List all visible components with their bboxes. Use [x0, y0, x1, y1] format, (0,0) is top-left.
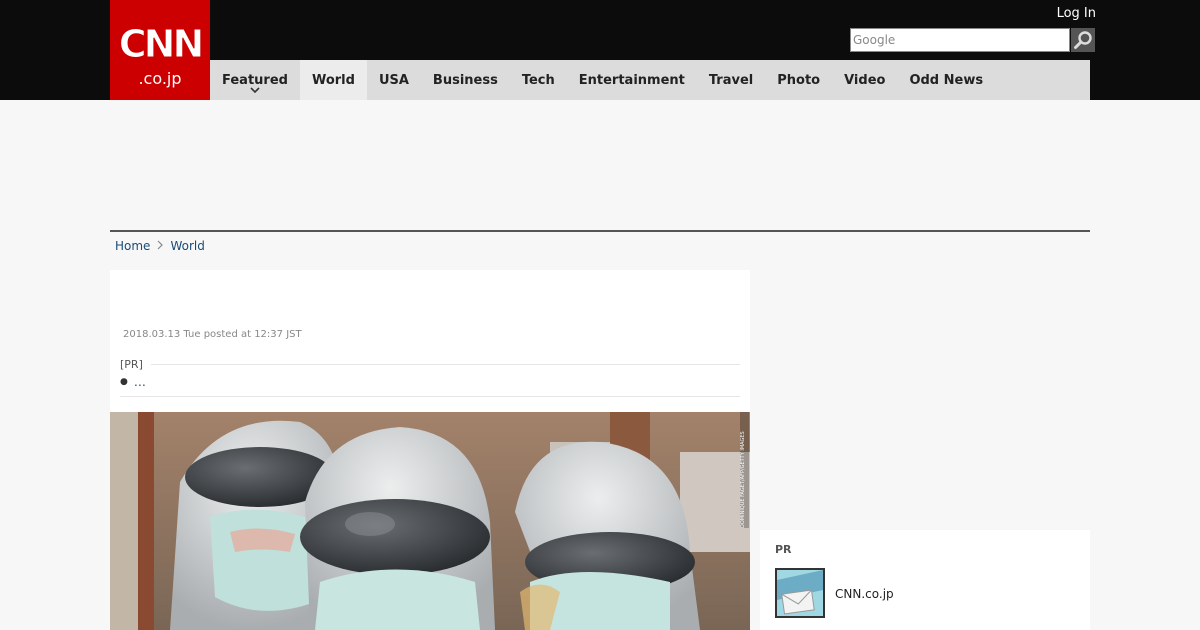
- article-card: 2018.03.13 Tue posted at 12:37 JST [PR] …: [110, 270, 750, 630]
- photo-credit: DOMINIQUE FAGET/AFP/GETTY IMAGES: [740, 412, 749, 528]
- nav-business-label: Business: [432, 72, 498, 88]
- nav-tech[interactable]: Tech: [510, 60, 567, 100]
- nav-photo[interactable]: Photo: [765, 60, 832, 100]
- ad-banner-space: [110, 100, 1090, 230]
- nav-world-label: World: [311, 72, 355, 88]
- breadcrumb-chevron-icon: [157, 239, 164, 253]
- mail-envelope-icon: [777, 570, 823, 616]
- breadcrumb-world[interactable]: World: [170, 239, 204, 253]
- chevron-down-icon: [250, 87, 260, 93]
- nav-world[interactable]: World: [299, 60, 367, 100]
- nav-video-label: Video: [844, 72, 886, 88]
- logo-domain-text: .co.jp: [138, 69, 182, 88]
- nav-video[interactable]: Video: [832, 60, 897, 100]
- pr-link[interactable]: …: [134, 375, 146, 389]
- nav-entertainment-label: Entertainment: [578, 72, 685, 88]
- nav-tech-label: Tech: [521, 72, 555, 88]
- article-photo: DOMINIQUE FAGET/AFP/GETTY IMAGES: [110, 412, 750, 630]
- bullet-icon: ●: [120, 377, 128, 387]
- sidebar-pr-box: PR CNN.co.jp: [760, 530, 1090, 630]
- nav-business[interactable]: Business: [421, 60, 510, 100]
- nav-odd-news-label: Odd News: [909, 72, 984, 88]
- nav-travel[interactable]: Travel: [697, 60, 765, 100]
- section-divider: [110, 230, 1090, 232]
- nav-entertainment[interactable]: Entertainment: [567, 60, 697, 100]
- top-bar: CNN .co.jp Log In Featured World USA Bus…: [0, 0, 1200, 100]
- logo-cnn-text: CNN: [118, 22, 205, 66]
- nav-photo-label: Photo: [777, 72, 821, 88]
- article-timestamp: 2018.03.13 Tue posted at 12:37 JST: [123, 329, 302, 340]
- pr-divider: [150, 363, 740, 365]
- magnifier-icon: [1074, 31, 1092, 49]
- nav-featured-label: Featured: [222, 72, 288, 88]
- nav-odd-news[interactable]: Odd News: [897, 60, 995, 100]
- nav-usa[interactable]: USA: [367, 60, 421, 100]
- nav-travel-label: Travel: [708, 72, 754, 88]
- sidebar-pr-heading: PR: [775, 543, 792, 556]
- pr-label: [PR]: [120, 357, 143, 371]
- photo-health-workers: [110, 412, 750, 630]
- sidebar-pr-thumbnail[interactable]: [775, 568, 825, 618]
- nav-usa-label: USA: [378, 72, 409, 88]
- pr-bottom-divider: [120, 396, 740, 397]
- nav-featured[interactable]: Featured: [210, 60, 300, 100]
- cnn-logo[interactable]: CNN .co.jp: [110, 0, 210, 100]
- login-link[interactable]: Log In: [1040, 5, 1096, 22]
- sidebar-pr-site[interactable]: CNN.co.jp: [835, 587, 894, 601]
- breadcrumb-home[interactable]: Home: [115, 239, 150, 253]
- breadcrumb: Home World: [115, 237, 205, 255]
- search-button[interactable]: [1071, 28, 1095, 52]
- pr-block: [PR] ● …: [120, 357, 740, 390]
- main-nav: Featured World USA Business Tech Enterta…: [210, 60, 1090, 100]
- search-input[interactable]: [850, 28, 1070, 52]
